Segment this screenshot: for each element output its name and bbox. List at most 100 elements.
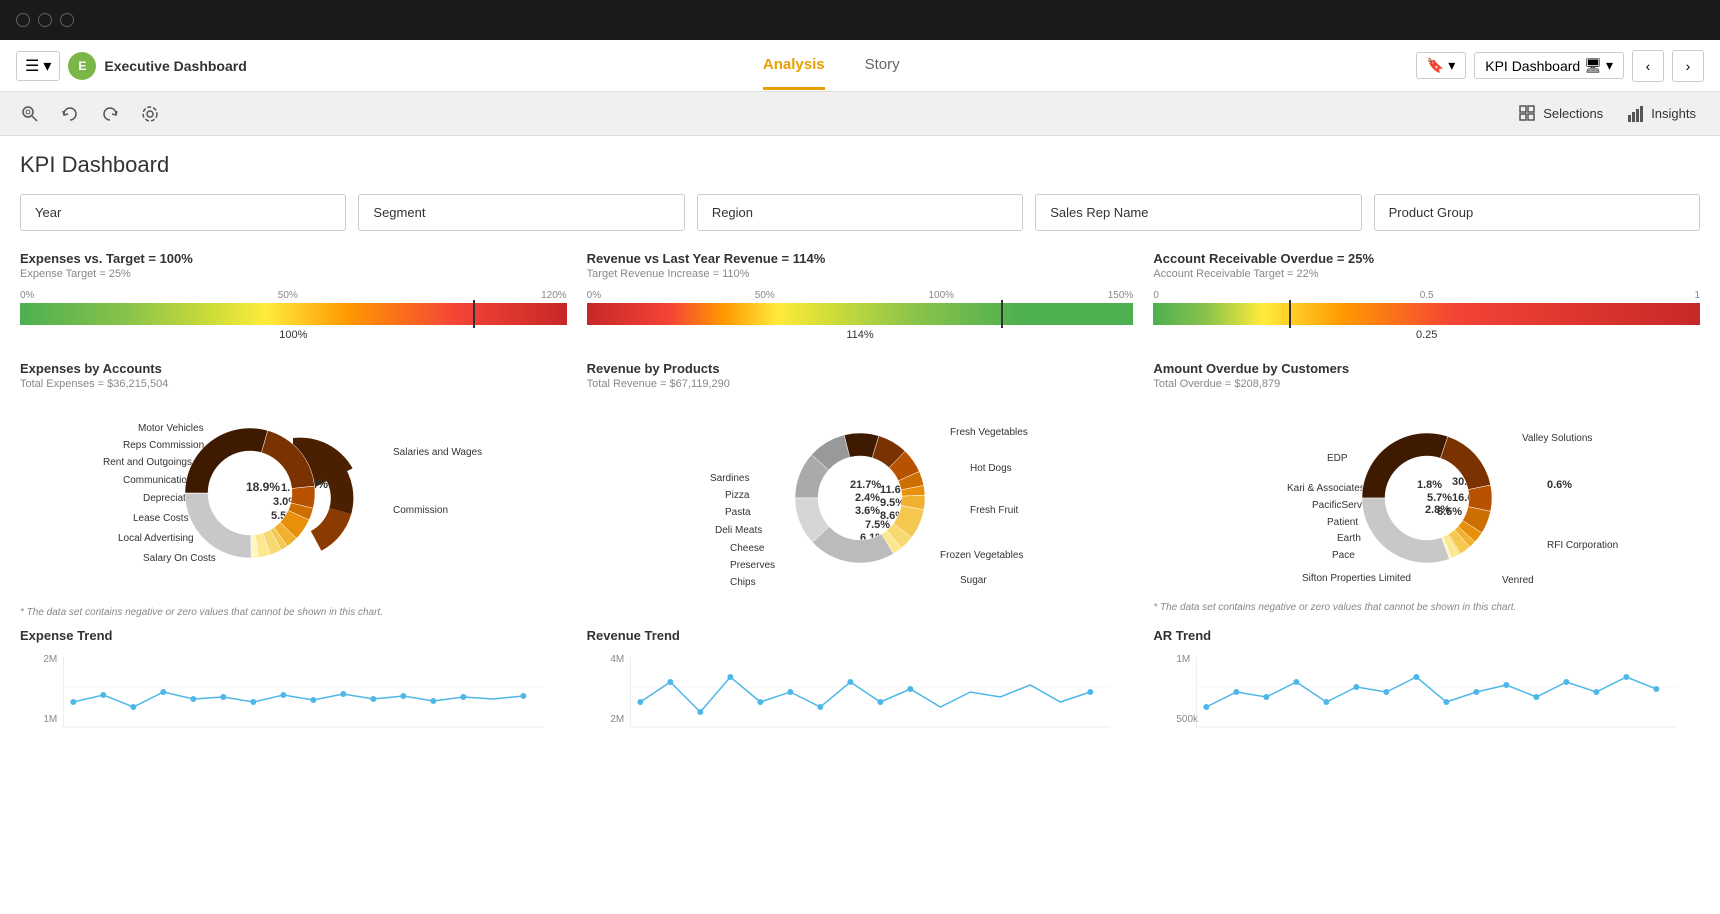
trend-dot: [1474, 689, 1480, 695]
hamburger-icon: ☰: [25, 56, 39, 76]
chart-ar-title: Amount Overdue by Customers: [1153, 361, 1700, 376]
kpi-ar-title: Account Receivable Overdue = 25%: [1153, 251, 1700, 266]
main-content: KPI Dashboard Year Segment Region Sales …: [0, 136, 1720, 914]
kpi-expenses-bar: [20, 303, 567, 325]
rlabel-chips: Chips: [730, 577, 756, 588]
ar-marker: [1289, 300, 1291, 328]
revenue-trend-line: [640, 677, 1090, 712]
trend-dot: [70, 699, 76, 705]
filter-product-group[interactable]: Product Group: [1374, 194, 1700, 231]
chart-expenses-title: Expenses by Accounts: [20, 361, 567, 376]
kpi-ar-subtitle: Account Receivable Target = 22%: [1153, 268, 1700, 280]
trend-dot: [727, 674, 733, 680]
app-icon: E: [68, 52, 96, 80]
trend-dot: [370, 696, 376, 702]
minimize-btn[interactable]: [38, 13, 52, 27]
kpi-revenue-labels: 0% 50% 100% 150%: [587, 290, 1134, 301]
trend-dot: [190, 696, 196, 702]
close-btn[interactable]: [16, 13, 30, 27]
kpi-revenue-bar: [587, 303, 1134, 325]
kpi-expenses-value: 100%: [20, 329, 567, 341]
trend-y-2m: 2M: [610, 714, 624, 725]
filter-sales-rep[interactable]: Sales Rep Name: [1035, 194, 1361, 231]
gauge-label-50pct: 50%: [278, 290, 298, 301]
selections-button[interactable]: Selections: [1511, 101, 1611, 127]
trend-y-1m: 1M: [43, 714, 57, 725]
bookmark-icon: 🔖: [1427, 57, 1444, 74]
toolbar-right: Selections Insights: [1511, 101, 1704, 127]
grid-icon: [1519, 105, 1537, 123]
trend-y-1m: 1M: [1177, 654, 1191, 665]
expenses-gradient-bar: [20, 303, 567, 325]
insights-icon: [1627, 105, 1645, 123]
expenses-proper-donut: [30, 388, 470, 598]
kpi-ar-labels: 0 0.5 1: [1153, 290, 1700, 301]
trend-dot: [1354, 684, 1360, 690]
tab-story[interactable]: Story: [865, 42, 900, 90]
rlabel-deli: Deli Meats: [715, 525, 762, 536]
filter-row: Year Segment Region Sales Rep Name Produ…: [20, 194, 1700, 231]
trend-dot: [907, 686, 913, 692]
alabel-valley: Valley Solutions: [1522, 433, 1592, 444]
trend-dot: [130, 704, 136, 710]
titlebar: [0, 0, 1720, 40]
alabel-pacificserv: PacificServ: [1312, 500, 1362, 511]
ar-gradient-bar: [1153, 303, 1700, 325]
dashboard-selector-button[interactable]: KPI Dashboard 🖥 ▾: [1474, 52, 1624, 79]
trend-dot: [1234, 689, 1240, 695]
rcenter2: 2.4%: [855, 492, 880, 504]
ar-donut-svg: Valley Solutions RFI Corporation Venred …: [1197, 393, 1657, 603]
maximize-btn[interactable]: [60, 13, 74, 27]
kpi-expenses-subtitle: Expense Target = 25%: [20, 268, 567, 280]
kpi-expenses-title: Expenses vs. Target = 100%: [20, 251, 567, 266]
trend-dot: [1087, 689, 1093, 695]
nav-right: 🔖 ▾ KPI Dashboard 🖥 ▾ ‹ ›: [1416, 50, 1704, 82]
tab-analysis[interactable]: Analysis: [763, 42, 825, 90]
trend-dot: [250, 699, 256, 705]
filter-region[interactable]: Region: [697, 194, 1023, 231]
insights-button[interactable]: Insights: [1619, 101, 1704, 127]
filter-segment[interactable]: Segment: [358, 194, 684, 231]
trend-dot: [100, 692, 106, 698]
trend-dot: [637, 699, 643, 705]
trend-ar-title: AR Trend: [1153, 628, 1700, 643]
app-icon-text: E: [78, 59, 86, 73]
revenue-donut-svg: Fresh Vegetables Hot Dogs Fresh Fruit Fr…: [630, 393, 1090, 603]
trend-dot: [1384, 689, 1390, 695]
toolbar-smart-search-button[interactable]: [16, 100, 44, 128]
hamburger-button[interactable]: ☰ ▾: [16, 51, 60, 81]
nav-prev-button[interactable]: ‹: [1632, 50, 1664, 82]
trend-revenue-title: Revenue Trend: [587, 628, 1134, 643]
rcenter1: 21.7%: [850, 479, 881, 491]
gauge-label-0pct: 0%: [587, 290, 601, 301]
toolbar-settings-button[interactable]: [136, 100, 164, 128]
chart-expenses-note: * The data set contains negative or zero…: [20, 607, 567, 618]
kpi-ar-bar: [1153, 303, 1700, 325]
expense-trend-line: [73, 692, 523, 707]
rlabel-pasta: Pasta: [725, 507, 751, 518]
chart-ar-area: Valley Solutions RFI Corporation Venred …: [1153, 398, 1700, 598]
bookmark-button[interactable]: 🔖 ▾: [1416, 52, 1466, 79]
chart-expenses: Expenses by Accounts Total Expenses = $3…: [20, 361, 567, 618]
nav-next-button[interactable]: ›: [1672, 50, 1704, 82]
chart-revenue-area: Fresh Vegetables Hot Dogs Fresh Fruit Fr…: [587, 398, 1134, 598]
filter-year[interactable]: Year: [20, 194, 346, 231]
gauge-label-1: 1: [1694, 290, 1700, 301]
toolbar-undo-button[interactable]: [56, 100, 84, 128]
app-title: Executive Dashboard: [104, 58, 246, 74]
acenter5: 2.8%: [1425, 504, 1450, 516]
gauge-label-150pct: 150%: [1108, 290, 1134, 301]
rcenter7: 7.5%: [865, 519, 890, 531]
trend-dot: [817, 704, 823, 710]
trend-dot: [160, 689, 166, 695]
dashboard-label: KPI Dashboard: [1485, 58, 1580, 74]
rlabel-hot-dogs: Hot Dogs: [970, 463, 1012, 474]
rlabel-cheese: Cheese: [730, 543, 765, 554]
alabel-sifton: Sifton Properties Limited: [1302, 573, 1411, 584]
alabel-edp: EDP: [1327, 453, 1348, 464]
toolbar-redo-button[interactable]: [96, 100, 124, 128]
acenter4: 5.7%: [1427, 492, 1452, 504]
trend-expenses-svg: 2M 1M: [20, 647, 567, 737]
rlabel-sugar: Sugar: [960, 575, 987, 586]
bookmark-dropdown-icon: ▾: [1448, 57, 1455, 74]
